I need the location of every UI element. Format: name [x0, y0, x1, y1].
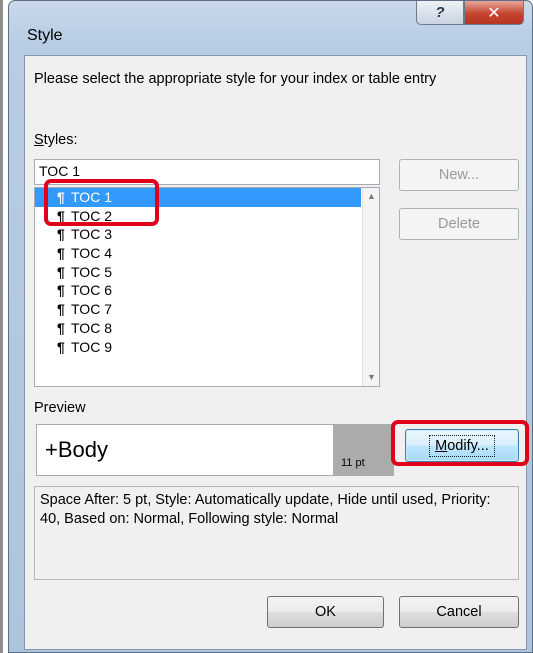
close-icon: ✕ — [487, 4, 501, 22]
styles-label: Styles: — [34, 132, 78, 148]
background-edge — [0, 0, 3, 653]
style-list-item-label: TOC 8 — [71, 319, 112, 336]
dialog-title: Style — [27, 27, 63, 44]
help-button[interactable]: ? — [416, 1, 464, 25]
instruction-text: Please select the appropriate style for … — [34, 71, 437, 87]
ok-button[interactable]: OK — [267, 596, 384, 628]
modify-button-label: Modify... — [429, 435, 495, 457]
paragraph-style-icon: ¶ — [57, 301, 65, 318]
style-description: Space After: 5 pt, Style: Automatically … — [34, 486, 519, 580]
paragraph-style-icon: ¶ — [57, 338, 65, 355]
style-list-item[interactable]: ¶ TOC 6 — [35, 281, 361, 300]
style-list-item[interactable]: ¶ TOC 4 — [35, 244, 361, 263]
preview-font-size: 11 pt — [341, 457, 365, 469]
scroll-up-arrow-icon[interactable]: ▲ — [363, 188, 379, 205]
style-list-item-label: TOC 3 — [71, 226, 112, 243]
style-list-item[interactable]: ¶ TOC 9 — [35, 338, 361, 357]
styles-label-accel: S — [34, 132, 44, 148]
style-list-item[interactable]: ¶ TOC 3 — [35, 225, 361, 244]
delete-button[interactable]: Delete — [399, 208, 519, 240]
help-icon: ? — [435, 4, 445, 21]
style-list-item-label: TOC 7 — [71, 301, 112, 318]
style-list-item[interactable]: ¶ TOC 1 — [35, 188, 361, 207]
modify-accel: M — [435, 438, 448, 454]
style-list-item-label: TOC 2 — [71, 207, 112, 224]
style-list-item-label: TOC 1 — [71, 189, 112, 205]
preview-font-name: +Body — [45, 437, 108, 462]
paragraph-style-icon: ¶ — [57, 189, 65, 205]
modify-label-text: odify... — [447, 438, 489, 454]
scroll-down-arrow-icon[interactable]: ▼ — [363, 369, 379, 386]
paragraph-style-icon: ¶ — [57, 263, 65, 280]
dialog-body: Please select the appropriate style for … — [24, 55, 527, 650]
modify-button[interactable]: Modify... — [405, 429, 519, 462]
paragraph-style-icon: ¶ — [57, 319, 65, 336]
style-name-input[interactable]: TOC 1 — [34, 159, 380, 185]
styles-listbox[interactable]: ¶ TOC 1 ¶ TOC 2 ¶ TOC 3 ¶ TOC 4 ¶ TOC 5 ¶ TOC 6 ¶ TOC… — [34, 187, 380, 387]
style-list-item[interactable]: ¶ TOC 7 — [35, 300, 361, 319]
preview-label: Preview — [34, 400, 86, 416]
styles-list-items: ¶ TOC 1 ¶ TOC 2 ¶ TOC 3 ¶ TOC 4 ¶ TOC 5 ¶ TOC 6 ¶ TOC… — [35, 188, 361, 356]
style-list-item-label: TOC 4 — [71, 245, 112, 262]
styles-label-text: tyles: — [43, 132, 78, 148]
list-scrollbar[interactable]: ▲ ▼ — [362, 188, 379, 386]
style-list-item-label: TOC 9 — [71, 338, 112, 355]
style-list-item[interactable]: ¶ TOC 2 — [35, 207, 361, 226]
paragraph-style-icon: ¶ — [57, 245, 65, 262]
preview-box: +Body 11 pt — [36, 424, 394, 476]
paragraph-style-icon: ¶ — [57, 207, 65, 224]
title-bar[interactable]: Style ? ✕ — [9, 1, 532, 51]
paragraph-style-icon: ¶ — [57, 226, 65, 243]
style-list-item[interactable]: ¶ TOC 5 — [35, 263, 361, 282]
style-list-item[interactable]: ¶ TOC 8 — [35, 319, 361, 338]
style-list-item-label: TOC 5 — [71, 263, 112, 280]
style-dialog: Style ? ✕ Please select the appropriate … — [8, 0, 533, 653]
close-button[interactable]: ✕ — [464, 1, 524, 25]
new-button[interactable]: New... — [399, 159, 519, 191]
style-list-item-label: TOC 6 — [71, 282, 112, 299]
cancel-button[interactable]: Cancel — [399, 596, 519, 628]
paragraph-style-icon: ¶ — [57, 282, 65, 299]
